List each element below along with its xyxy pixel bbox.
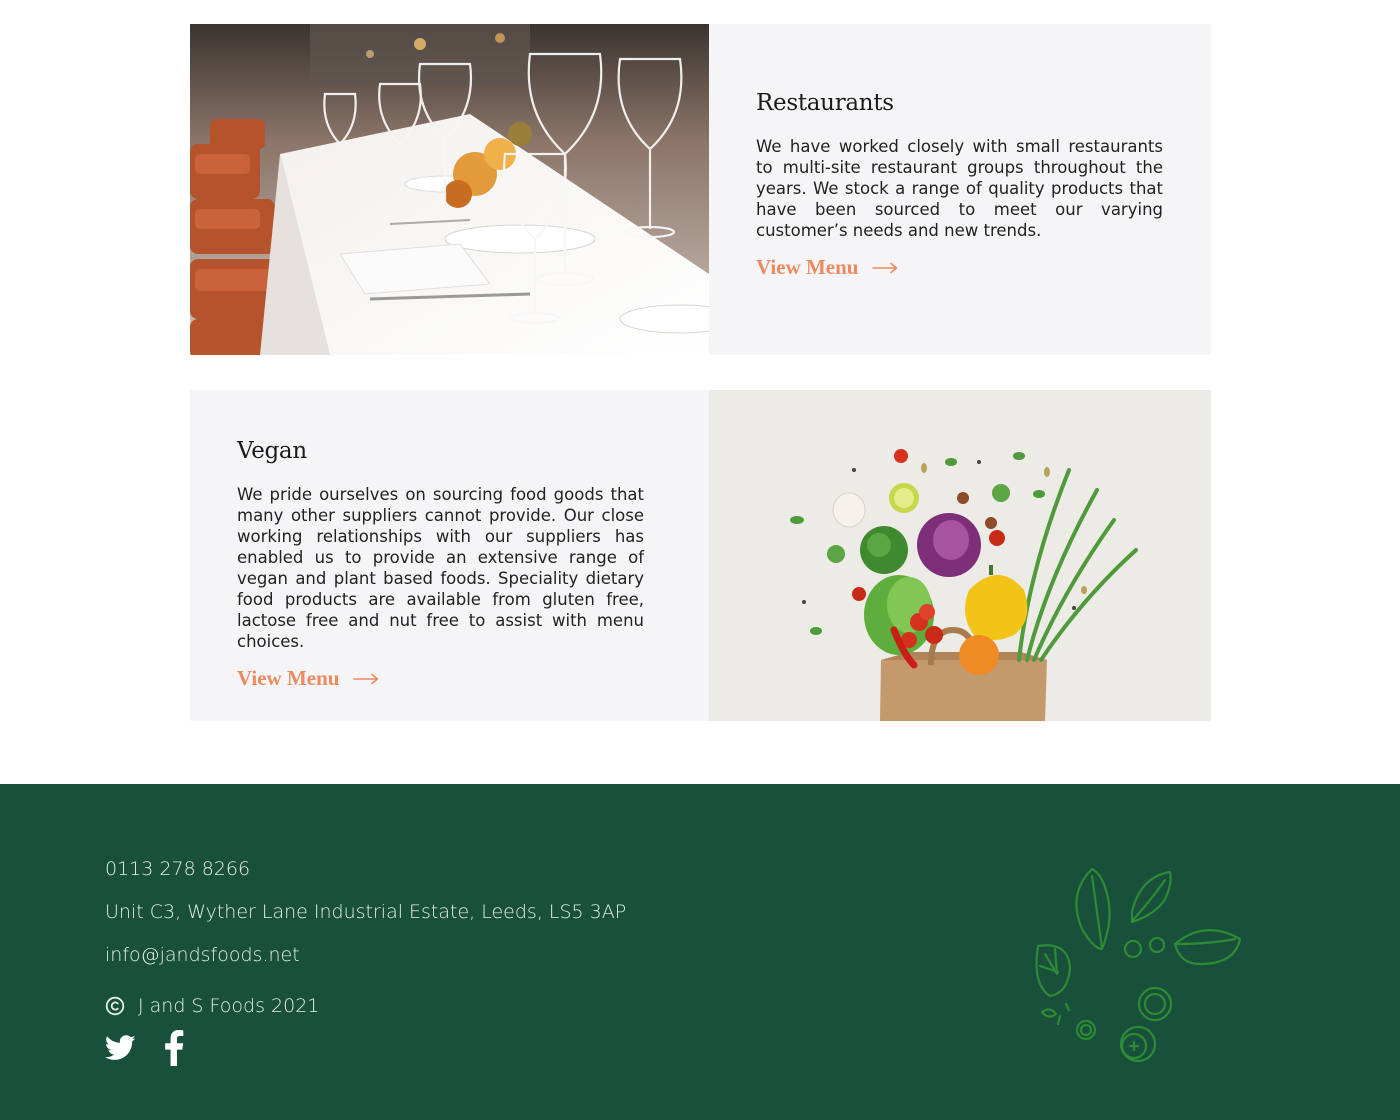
footer-phone[interactable]: 0113 278 8266 [105, 855, 626, 898]
phone-link[interactable]: 0113 278 8266 [105, 858, 250, 880]
email-link[interactable]: info@jandsfoods.net [105, 944, 300, 966]
vegan-text: Vegan We pride ourselves on sourcing foo… [237, 438, 644, 691]
footer: 0113 278 8266 Unit C3, Wyther Lane Indus… [0, 784, 1400, 1120]
restaurants-card: Restaurants We have worked closely with … [190, 24, 1211, 355]
footer-email[interactable]: info@jandsfoods.net [105, 941, 626, 984]
arrow-right-icon [353, 666, 379, 691]
copyright-icon [105, 996, 125, 1016]
page: Restaurants We have worked closely with … [0, 0, 1400, 1120]
footer-copyright: J and S Foods 2021 [105, 984, 626, 1027]
vegetable-illustration [1030, 864, 1250, 1064]
restaurants-image [190, 24, 709, 355]
footer-address: Unit C3, Wyther Lane Industrial Estate, … [105, 901, 627, 923]
restaurants-title: Restaurants [756, 90, 894, 116]
twitter-icon[interactable] [104, 1035, 136, 1066]
arrow-right-icon [872, 255, 898, 280]
vegan-description: We pride ourselves on sourcing food good… [237, 485, 644, 651]
restaurants-view-menu-label: View Menu [756, 255, 859, 279]
restaurants-view-menu-link[interactable]: View Menu [756, 255, 898, 280]
social-links [104, 1030, 184, 1071]
restaurants-description: We have worked closely with small restau… [756, 137, 1163, 240]
footer-contact: 0113 278 8266 Unit C3, Wyther Lane Indus… [105, 855, 626, 1027]
restaurants-text: Restaurants We have worked closely with … [756, 90, 1163, 280]
vegan-view-menu-link[interactable]: View Menu [237, 666, 379, 691]
vegan-image [709, 390, 1211, 721]
vegan-card: Vegan We pride ourselves on sourcing foo… [190, 390, 1211, 721]
vegan-title: Vegan [237, 438, 307, 464]
copyright-text: J and S Foods 2021 [138, 994, 320, 1017]
vegan-view-menu-label: View Menu [237, 666, 340, 690]
facebook-icon[interactable] [164, 1030, 184, 1071]
